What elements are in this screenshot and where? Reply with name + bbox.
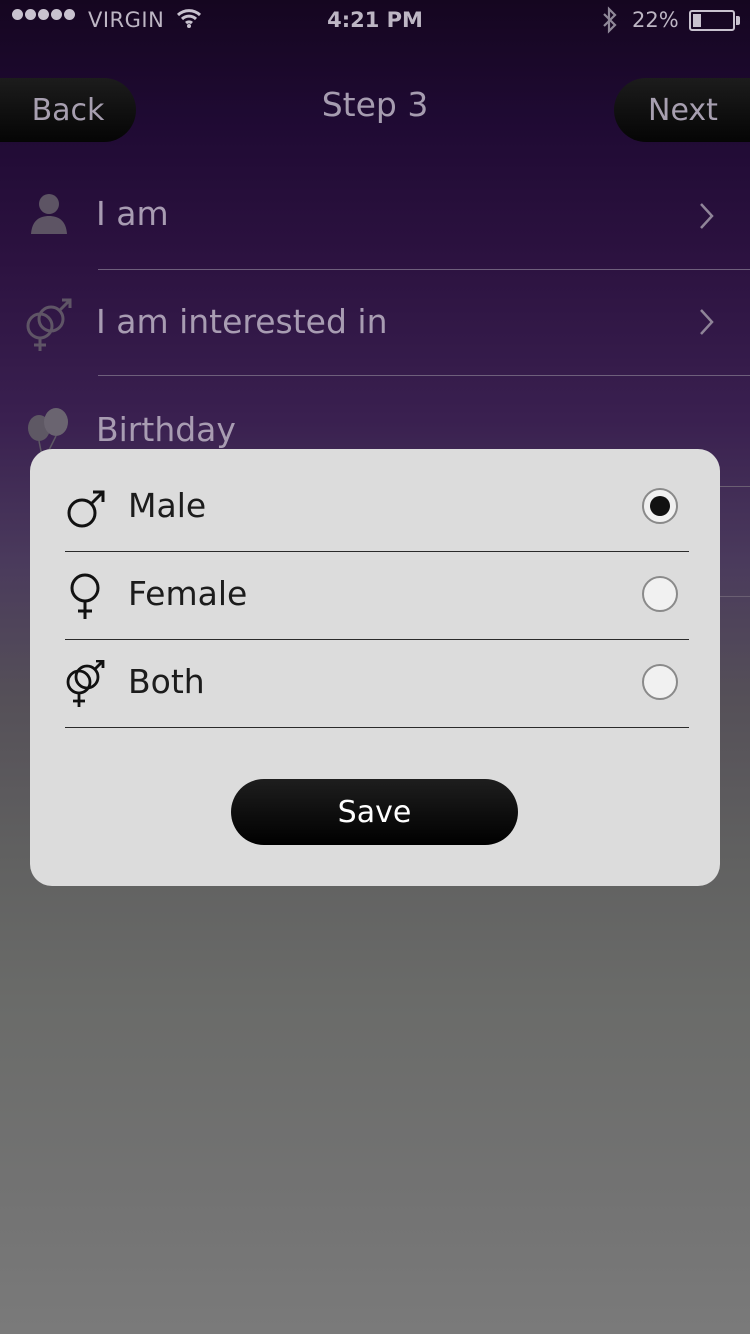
- option-label: Female: [128, 574, 248, 613]
- save-button-label: Save: [337, 794, 412, 830]
- male-symbol-icon: [65, 484, 109, 534]
- save-button[interactable]: Save: [231, 779, 518, 845]
- option-female[interactable]: Female: [65, 552, 689, 640]
- person-icon: [24, 190, 76, 242]
- settings-item-label: Birthday: [96, 410, 236, 449]
- battery-percent: 22%: [632, 8, 679, 32]
- gender-both-icon: [24, 296, 76, 351]
- divider: [65, 727, 689, 728]
- bluetooth-icon: [601, 6, 619, 39]
- status-bar: VIRGIN 4:21 PM 22%: [0, 0, 750, 40]
- battery-icon: [689, 10, 735, 31]
- next-button-label: Next: [648, 92, 718, 128]
- option-label: Male: [128, 486, 207, 525]
- option-both[interactable]: Both: [65, 640, 689, 728]
- settings-item-i-am[interactable]: I am: [0, 162, 750, 270]
- gender-picker-dialog: Male Female Both Save: [30, 449, 720, 886]
- radio-button-selected[interactable]: [642, 488, 678, 524]
- settings-item-interested-in[interactable]: I am interested in: [0, 268, 750, 376]
- radio-button[interactable]: [642, 664, 678, 700]
- next-button[interactable]: Next: [614, 78, 750, 142]
- option-male[interactable]: Male: [65, 464, 689, 552]
- settings-item-label: I am interested in: [96, 302, 388, 341]
- radio-button[interactable]: [642, 576, 678, 612]
- male-female-symbol-icon: [65, 659, 109, 710]
- settings-item-label: I am: [96, 194, 169, 233]
- chevron-right-icon: [696, 304, 718, 340]
- option-label: Both: [128, 662, 205, 701]
- chevron-right-icon: [696, 198, 718, 234]
- female-symbol-icon: [65, 572, 109, 622]
